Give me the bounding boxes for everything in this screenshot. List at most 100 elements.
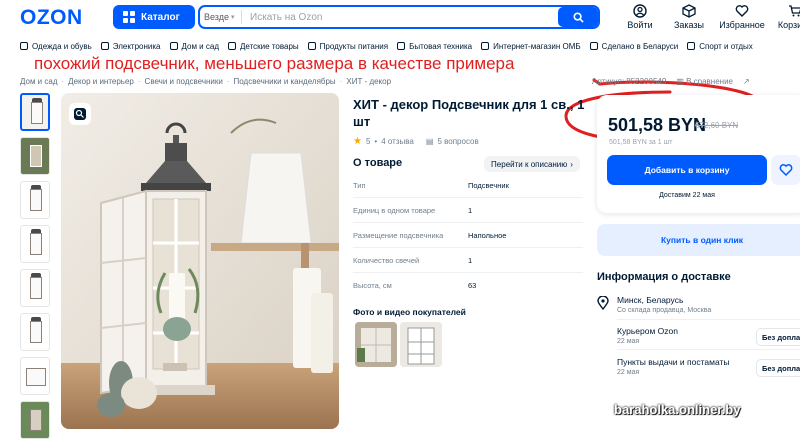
article-number[interactable]: Артикул: 852200549 (592, 77, 666, 86)
category-label: Дом и сад (181, 41, 220, 51)
delivery-badge: Без доплаты (756, 328, 800, 346)
old-price: 672,60 BYN (695, 121, 739, 130)
heart-icon (735, 5, 749, 17)
watermark: baraholka.onliner.by (614, 402, 741, 417)
goto-description-label: Перейти к описанию (491, 159, 568, 169)
zoom-button[interactable] (69, 103, 91, 125)
login-button[interactable]: Войти (617, 4, 663, 30)
customer-photo-image (355, 322, 397, 367)
spec-value: Напольное (468, 231, 507, 240)
basket-icon (307, 42, 316, 50)
favorite-button[interactable] (771, 155, 800, 185)
cart-label: Корзина (777, 20, 800, 30)
spec-key: Размещение подсвечника (353, 231, 444, 240)
share-icon[interactable]: ↗ (743, 77, 750, 86)
spec-row: Размещение подсвечника Напольное (353, 231, 583, 240)
thumbnail[interactable] (20, 225, 50, 263)
customer-photo[interactable] (400, 322, 442, 367)
delivery-option-title: Курьером Ozon (617, 326, 678, 336)
goto-description-button[interactable]: Перейти к описанию › (484, 156, 580, 172)
cart-icon (789, 5, 800, 17)
thumbnail[interactable] (20, 137, 50, 175)
search-input[interactable]: Искать на Ozon (242, 12, 558, 23)
product-title: ХИТ - декор Подсвечник для 1 св., 1 шт (353, 97, 585, 129)
buy-one-click-label: Купить в один клик (660, 235, 744, 245)
spec-key: Количество свечей (353, 256, 420, 265)
category-link[interactable]: Спорт и отдых (687, 42, 753, 51)
delivery-date: Доставим 22 мая (659, 192, 715, 199)
compare-label: В сравнение (686, 77, 734, 86)
cart-button[interactable]: Корзина (772, 4, 800, 30)
delivery-option-title: Пункты выдачи и постаматы (617, 357, 730, 367)
breadcrumb-link[interactable]: Свечи и подсвечники (145, 77, 223, 86)
thumbnail[interactable] (20, 93, 50, 131)
category-label: Одежда и обувь (32, 41, 92, 51)
chevron-right-icon: › (570, 159, 573, 169)
thumbnail[interactable] (20, 313, 50, 351)
chat-icon: ▤ (425, 137, 434, 146)
add-to-cart-button[interactable]: Добавить в корзину (607, 155, 767, 185)
grid-icon (123, 11, 135, 23)
favorites-button[interactable]: Избранное (717, 4, 767, 30)
category-link[interactable]: Одежда и обувь (20, 42, 92, 51)
category-link[interactable]: Дом и сад (169, 41, 220, 51)
thumbnail[interactable] (20, 357, 50, 395)
product-main-image[interactable] (61, 93, 339, 429)
delivery-badge: Без доплаты (756, 359, 800, 377)
customer-photo[interactable] (355, 322, 397, 367)
ozon-logo[interactable]: OZON (20, 6, 83, 30)
search-button[interactable] (558, 7, 598, 27)
thumbnail[interactable] (20, 269, 50, 307)
catalog-label: Каталог (141, 11, 180, 23)
spec-value: 1 (468, 256, 473, 265)
breadcrumb-link[interactable]: ХИТ - декор (346, 77, 391, 86)
orders-button[interactable]: Заказы (666, 4, 712, 30)
thumbnail[interactable] (20, 181, 50, 219)
category-link[interactable]: Продукты питания (307, 42, 388, 51)
search-scope-select[interactable]: Везде ▾ (200, 10, 242, 24)
box-icon (682, 4, 696, 18)
category-label: Детские товары (240, 41, 299, 51)
user-icon (633, 4, 647, 18)
breadcrumb-link[interactable]: Дом и сад (20, 77, 58, 86)
armchair-icon (169, 42, 178, 50)
price-card: 501,58 BYN 672,60 BYN 501,58 BYN за 1 шт… (597, 95, 800, 213)
zoom-icon (74, 108, 86, 120)
star-icon: ★ (353, 136, 362, 147)
category-nav: Одежда и обувь Электроника Дом и сад Дет… (0, 36, 800, 56)
rating-row: ★ 5 • 4 отзыва ▤ 5 вопросов (353, 136, 479, 147)
annotation-text: похожий подсвечник, меньшего размера в к… (34, 54, 515, 73)
chevron-down-icon: ▾ (231, 14, 235, 21)
thumbnail-strip (20, 93, 52, 445)
category-link[interactable]: Электроника (100, 42, 161, 51)
thumbnail[interactable] (20, 401, 50, 439)
appliance-icon (397, 42, 406, 50)
breadcrumb-link[interactable]: Подсвечники и канделябры (234, 77, 336, 86)
about-heading: О товаре (353, 157, 403, 169)
orders-label: Заказы (673, 20, 705, 30)
top-header: OZON Каталог Везде ▾ Искать на Ozon Войт… (0, 0, 800, 36)
spec-row: Единиц в одном товаре 1 (353, 206, 583, 215)
teddy-icon (228, 42, 236, 50)
compare-link[interactable]: ▥ В сравнение (676, 77, 733, 86)
truck-icon (481, 42, 490, 50)
catalog-button[interactable]: Каталог (113, 5, 195, 29)
reviews-link[interactable]: 4 отзыва (381, 137, 414, 146)
lantern-photo (61, 93, 339, 429)
spec-value: 63 (468, 281, 477, 290)
category-link[interactable]: Детские товары (228, 42, 299, 51)
delivery-city[interactable]: Минск, Беларусь (617, 295, 683, 305)
delivery-option-date: 22 мая (617, 338, 640, 345)
price: 501,58 BYN (608, 115, 707, 135)
category-link[interactable]: Сделано в Беларуси (589, 42, 678, 51)
spec-row: Количество свечей 1 (353, 256, 583, 265)
compare-icon: ▥ (676, 77, 687, 86)
breadcrumb-link[interactable]: Декор и интерьер (68, 77, 134, 86)
breadcrumb: Дом и сад · Декор и интерьер · Свечи и под… (20, 77, 392, 86)
questions-link[interactable]: 5 вопросов (437, 137, 478, 146)
price-per-unit: 501,58 BYN за 1 шт (609, 139, 673, 146)
buy-one-click-button[interactable]: Купить в один клик (597, 224, 800, 256)
category-link[interactable]: Интернет-магазин ОМБ (481, 42, 581, 51)
category-link[interactable]: Бытовая техника (397, 42, 472, 51)
shirt-icon (20, 42, 28, 50)
